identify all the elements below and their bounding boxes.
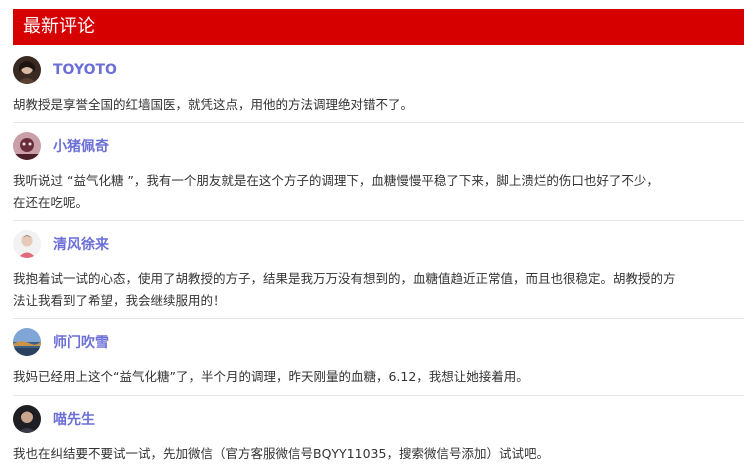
avatar-portrait-icon [13, 230, 41, 258]
avatar-portrait-icon [13, 132, 41, 160]
comment-body: 我也在纠结要不要试一试，先加微信（官方客服微信号BQYY11035，搜索微信号添… [13, 443, 744, 465]
user-avatar[interactable] [13, 230, 41, 258]
comment-header: TOYOTO [13, 55, 744, 85]
latest-comments-panel: 最新评论 TOYOTO 胡教授是享誉全国的红墙国医，就凭这点，用他的方法调理绝对… [13, 9, 744, 466]
comment-line: 胡教授是享誉全国的红墙国医，就凭这点，用他的方法调理绝对错不了。 [13, 97, 414, 112]
avatar-portrait-icon [13, 56, 41, 84]
comment-username[interactable]: 小猪佩奇 [53, 136, 109, 156]
comment-item: 师门吹雪 我妈已经用上这个“益气化糖”了，半个月的调理，昨天刚量的血糖，6.12… [13, 319, 744, 396]
comment-line: 我也在纠结要不要试一试，先加微信（官方客服微信号BQYY11035，搜索微信号添… [13, 446, 549, 461]
comment-body: 我听说过 “益气化糖 ”，我有一个朋友就是在这个方子的调理下，血糖慢慢平稳了下来… [13, 170, 744, 214]
comment-item: 小猪佩奇 我听说过 “益气化糖 ”，我有一个朋友就是在这个方子的调理下，血糖慢慢… [13, 123, 744, 221]
comment-username[interactable]: 清风徐来 [53, 234, 109, 254]
comment-header: 清风徐来 [13, 229, 744, 259]
section-title: 最新评论 [13, 9, 744, 45]
comment-line: 法让我看到了希望，我会继续服用的！ [13, 293, 226, 308]
comment-header: 喵先生 [13, 404, 744, 434]
user-avatar[interactable] [13, 328, 41, 356]
comment-username[interactable]: 喵先生 [53, 409, 95, 429]
comment-header: 师门吹雪 [13, 327, 744, 357]
user-avatar[interactable] [13, 405, 41, 433]
comment-item: TOYOTO 胡教授是享誉全国的红墙国医，就凭这点，用他的方法调理绝对错不了。 [13, 45, 744, 123]
comment-item: 喵先生 我也在纠结要不要试一试，先加微信（官方客服微信号BQYY11035，搜索… [13, 396, 744, 466]
avatar-portrait-icon [13, 405, 41, 433]
comment-line: 在还在吃呢。 [13, 195, 89, 210]
avatar-landscape-icon [13, 328, 41, 356]
comment-username[interactable]: 师门吹雪 [53, 332, 109, 352]
comment-body: 胡教授是享誉全国的红墙国医，就凭这点，用他的方法调理绝对错不了。 [13, 94, 744, 116]
comment-body: 我妈已经用上这个“益气化糖”了，半个月的调理，昨天刚量的血糖，6.12，我想让她… [13, 366, 744, 388]
comment-line: 我听说过 “益气化糖 ”，我有一个朋友就是在这个方子的调理下，血糖慢慢平稳了下来… [13, 173, 659, 188]
comment-item: 清风徐来 我抱着试一试的心态，使用了胡教授的方子，结果是我万万没有想到的，血糖值… [13, 221, 744, 319]
comment-body: 我抱着试一试的心态，使用了胡教授的方子，结果是我万万没有想到的，血糖值趋近正常值… [13, 268, 744, 312]
comment-username[interactable]: TOYOTO [53, 62, 117, 78]
comment-header: 小猪佩奇 [13, 131, 744, 161]
comment-line: 我妈已经用上这个“益气化糖”了，半个月的调理，昨天刚量的血糖，6.12，我想让她… [13, 369, 529, 384]
user-avatar[interactable] [13, 56, 41, 84]
comment-line: 我抱着试一试的心态，使用了胡教授的方子，结果是我万万没有想到的，血糖值趋近正常值… [13, 271, 676, 286]
user-avatar[interactable] [13, 132, 41, 160]
